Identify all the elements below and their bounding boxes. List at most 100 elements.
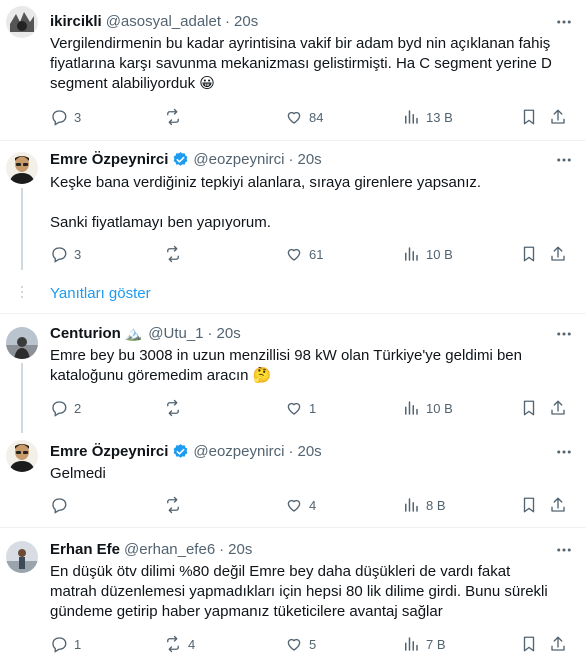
avatar[interactable] xyxy=(6,440,38,472)
repost-button[interactable] xyxy=(164,495,188,515)
reply-icon xyxy=(52,247,67,263)
share-button[interactable] xyxy=(549,495,567,515)
bookmark-button[interactable] xyxy=(520,634,538,654)
like-button[interactable]: 84 xyxy=(285,107,323,127)
tweet-line: Sanki fiyatlamayı ben yapıyorum. xyxy=(50,214,271,231)
author-handle[interactable]: @asosyal_adalet xyxy=(106,13,221,30)
reply-icon xyxy=(52,637,67,653)
reply-count: 1 xyxy=(74,636,82,652)
repost-icon xyxy=(167,108,179,126)
divider xyxy=(0,527,586,528)
more-options-icon[interactable] xyxy=(554,150,574,170)
bookmark-icon xyxy=(523,246,535,262)
tweet-header: ikircikli @asosyal_adalet · 20s xyxy=(50,12,258,30)
timestamp[interactable]: 20s xyxy=(217,325,241,342)
like-button[interactable]: 5 xyxy=(285,634,316,654)
author-name[interactable]: Erhan Efe xyxy=(50,541,120,558)
tweet-text: Keşke bana verdiğiniz tepkiyi alanlara, … xyxy=(50,173,570,233)
reply-button[interactable] xyxy=(50,495,74,515)
repost-button[interactable] xyxy=(164,398,188,418)
like-button[interactable]: 61 xyxy=(285,244,323,264)
tweet-text: Vergilendirmenin bu kadar ayrintisina va… xyxy=(50,34,570,94)
heart-icon xyxy=(287,111,301,124)
author-handle[interactable]: @eozpeynirci xyxy=(193,151,284,168)
share-icon xyxy=(551,109,565,124)
author-handle[interactable]: @Utu_1 xyxy=(148,325,203,342)
repost-button[interactable] xyxy=(164,107,188,127)
like-button[interactable]: 1 xyxy=(285,398,316,418)
timestamp[interactable]: 20s xyxy=(228,541,252,558)
bookmark-button[interactable] xyxy=(520,398,538,418)
heart-icon xyxy=(287,402,301,415)
like-button[interactable]: 4 xyxy=(285,495,316,515)
avatar[interactable] xyxy=(6,327,38,359)
tweet-header: Emre Özpeynirci @eozpeynirci · 20s xyxy=(50,442,322,460)
timestamp[interactable]: 20s xyxy=(234,13,258,30)
author-handle[interactable]: @eozpeynirci xyxy=(193,443,284,460)
like-count: 1 xyxy=(309,400,317,416)
timestamp[interactable]: 20s xyxy=(298,443,322,460)
share-button[interactable] xyxy=(549,634,567,654)
tweet-actions: 3 84 13 B xyxy=(50,107,570,127)
author-name[interactable]: ikircikli xyxy=(50,13,102,30)
separator-dot: · xyxy=(288,442,294,460)
repost-count: 4 xyxy=(188,636,196,652)
views-count: 10 B xyxy=(426,246,453,262)
views-count: 13 B xyxy=(426,109,453,125)
reply-button[interactable]: 3 xyxy=(50,244,81,264)
repost-button[interactable]: 4 xyxy=(164,634,195,654)
show-replies-link[interactable]: Yanıtları göster xyxy=(50,285,151,302)
repost-icon xyxy=(167,399,179,417)
reply-button[interactable]: 1 xyxy=(50,634,81,654)
share-icon xyxy=(551,636,565,651)
reply-count: 3 xyxy=(74,246,82,262)
tweet-actions: 1 4 5 7 B xyxy=(50,634,570,654)
divider xyxy=(0,140,586,141)
analytics-icon xyxy=(405,637,418,651)
share-button[interactable] xyxy=(549,107,567,127)
views-button[interactable]: 8 B xyxy=(402,495,446,515)
tweet-actions: 2 1 10 B xyxy=(50,398,570,418)
separator-dot: · xyxy=(225,12,231,30)
share-icon xyxy=(551,400,565,415)
views-button[interactable]: 13 B xyxy=(402,107,453,127)
analytics-icon xyxy=(405,110,418,124)
bookmark-icon xyxy=(523,109,535,125)
avatar[interactable] xyxy=(6,152,38,184)
bookmark-button[interactable] xyxy=(520,244,538,264)
tweet-line: fiyatlarına karşı savunma mekanizması ge… xyxy=(50,55,552,72)
heart-icon xyxy=(287,638,301,651)
tweet-line: kataloğunu göremedim aracın 🤔 xyxy=(50,367,272,384)
avatar[interactable] xyxy=(6,541,38,573)
views-button[interactable]: 10 B xyxy=(402,398,453,418)
tweet-header: Centurion 🏔️ @Utu_1 · 20s xyxy=(50,324,241,342)
views-button[interactable]: 7 B xyxy=(402,634,446,654)
bookmark-button[interactable] xyxy=(520,107,538,127)
repost-icon xyxy=(167,245,179,263)
repost-button[interactable] xyxy=(164,244,188,264)
more-options-icon[interactable] xyxy=(554,324,574,344)
more-options-icon[interactable] xyxy=(554,540,574,560)
thread-dots xyxy=(21,286,23,301)
more-options-icon[interactable] xyxy=(554,442,574,462)
reply-button[interactable]: 3 xyxy=(50,107,81,127)
more-options-icon[interactable] xyxy=(554,12,574,32)
views-button[interactable]: 10 B xyxy=(402,244,453,264)
tweet-line: Gelmedi xyxy=(50,465,106,482)
bookmark-button[interactable] xyxy=(520,495,538,515)
author-name[interactable]: Centurion xyxy=(50,325,121,342)
avatar[interactable] xyxy=(6,6,38,38)
author-name[interactable]: Emre Özpeynirci xyxy=(50,151,168,168)
analytics-icon xyxy=(405,498,418,512)
share-button[interactable] xyxy=(549,398,567,418)
bookmark-icon xyxy=(523,636,535,652)
thread-line xyxy=(21,363,23,433)
reply-button[interactable]: 2 xyxy=(50,398,81,418)
author-handle[interactable]: @erhan_efe6 xyxy=(124,541,215,558)
timestamp[interactable]: 20s xyxy=(298,151,322,168)
share-button[interactable] xyxy=(549,244,567,264)
reply-count: 3 xyxy=(74,109,82,125)
verified-badge-icon xyxy=(174,151,188,166)
author-name[interactable]: Emre Özpeynirci xyxy=(50,443,168,460)
like-count: 84 xyxy=(309,109,324,125)
